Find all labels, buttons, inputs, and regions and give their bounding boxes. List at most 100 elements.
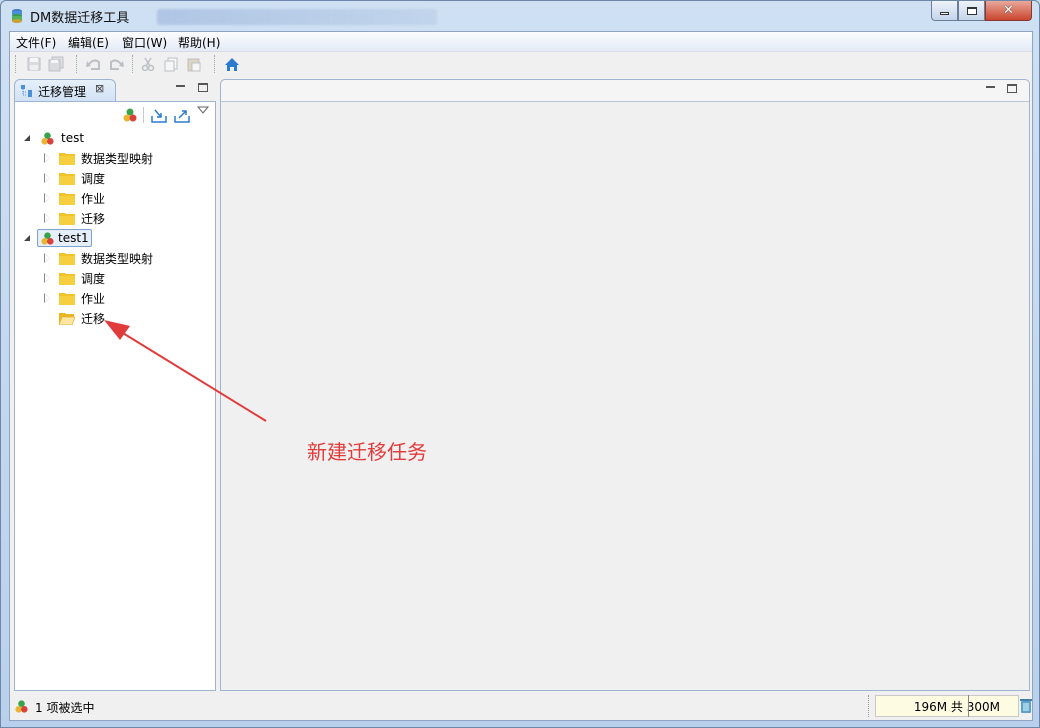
redo-button[interactable]	[108, 56, 124, 72]
connection-icon	[39, 130, 55, 146]
redo-icon	[110, 59, 124, 70]
expand-arrow-icon[interactable]	[43, 253, 53, 263]
tree-node-folder[interactable]: 调度	[43, 268, 107, 288]
folder-icon	[59, 270, 75, 286]
maximize-editor-icon[interactable]	[1007, 84, 1017, 93]
status-bar: 1 项被选中 196M 共 300M	[10, 693, 1032, 720]
tree-node-label: 作业	[81, 191, 106, 206]
folder-icon	[59, 190, 75, 206]
view-tab-row: 迁移管理 ⊠	[14, 79, 216, 101]
maximize-view-icon[interactable]	[198, 83, 208, 92]
tree-node-folder[interactable]: 作业	[43, 288, 107, 308]
tab-migration-management[interactable]: 迁移管理 ⊠	[14, 79, 116, 101]
trash-icon	[1020, 699, 1032, 713]
save-all-icon	[48, 56, 64, 72]
migration-tree-panel: test 数据类型映射 调度 作业 迁移 test1 数据类型映射 调度 作业 …	[14, 101, 216, 691]
cut-icon	[141, 57, 155, 71]
minimize-icon	[940, 12, 949, 15]
status-text: 1 项被选中	[35, 701, 95, 715]
toolbar-separator	[132, 55, 133, 73]
tree-node-label: test1	[58, 231, 89, 245]
expand-arrow-icon[interactable]	[43, 273, 53, 283]
close-button[interactable]: ✕	[985, 1, 1032, 21]
view-toolbar	[15, 102, 215, 128]
maximize-button[interactable]	[958, 1, 985, 21]
selection-highlight: test1	[37, 229, 92, 247]
tree-node-folder[interactable]: 数据类型映射	[43, 148, 155, 168]
undo-icon	[86, 59, 100, 70]
expand-arrow-icon[interactable]	[43, 193, 53, 203]
menu-bar: 文件(F) 编辑(E) 窗口(W) 帮助(H)	[10, 32, 1032, 52]
home-button[interactable]	[224, 56, 240, 72]
import-button[interactable]	[151, 107, 167, 123]
home-icon	[225, 57, 239, 71]
editor-header	[221, 80, 1029, 102]
heap-status: 196M 共 300M	[875, 695, 1019, 717]
toolbar-separator	[76, 55, 77, 73]
cut-button[interactable]	[140, 56, 156, 72]
tree-node-label: 迁移	[81, 211, 106, 226]
folder-icon	[59, 210, 75, 226]
tree-node-label: 数据类型映射	[81, 251, 154, 266]
undo-button[interactable]	[86, 56, 102, 72]
menu-edit[interactable]: 编辑(E)	[68, 34, 109, 51]
toolbar-separator	[214, 55, 215, 73]
connection-icon	[39, 230, 55, 246]
background-window-ghost	[157, 9, 437, 25]
tree-node-folder[interactable]: 迁移	[43, 208, 107, 228]
collapse-arrow-icon[interactable]	[23, 133, 33, 143]
view-toolbar-separator	[143, 107, 144, 123]
menu-help[interactable]: 帮助(H)	[178, 34, 220, 51]
tree-node-connection-selected[interactable]: test1	[23, 228, 92, 248]
collapse-arrow-icon[interactable]	[23, 233, 33, 243]
copy-icon	[164, 57, 178, 71]
tree-view-icon	[20, 84, 34, 101]
minimize-button[interactable]	[931, 1, 958, 21]
minimize-view-icon[interactable]	[176, 85, 185, 87]
export-icon	[174, 110, 190, 123]
tree-node-label: 迁移	[81, 311, 106, 326]
tree-node-label: 作业	[81, 291, 106, 306]
status-separator	[868, 695, 874, 717]
import-icon	[151, 109, 167, 123]
toolbar-separator	[15, 55, 16, 73]
paste-icon	[187, 58, 201, 71]
minimize-editor-icon[interactable]	[986, 86, 995, 88]
folder-open-icon	[59, 310, 75, 326]
heap-mark	[968, 695, 969, 717]
editor-area	[220, 79, 1030, 691]
tree-node-folder[interactable]: 作业	[43, 188, 107, 208]
export-button[interactable]	[174, 107, 190, 123]
close-tab-icon[interactable]: ⊠	[95, 82, 104, 95]
copy-button[interactable]	[163, 56, 179, 72]
connection-icon	[14, 699, 29, 717]
migration-management-view: 迁移管理 ⊠ test 数据类型映射 调度 作业 迁移 test1 数据类型映射…	[14, 79, 216, 691]
tree-node-label: 数据类型映射	[81, 151, 154, 166]
new-connection-button[interactable]	[122, 107, 138, 123]
app-window: DM数据迁移工具 ✕ 文件(F) 编辑(E) 窗口(W) 帮助(H) 迁移管理 …	[0, 0, 1040, 728]
close-icon: ✕	[1003, 3, 1014, 18]
expand-arrow-icon[interactable]	[43, 173, 53, 183]
heap-text: 196M 共 300M	[913, 699, 1000, 714]
tab-label: 迁移管理	[38, 85, 87, 99]
tree-node-connection[interactable]: test	[23, 128, 86, 148]
view-menu-button[interactable]	[196, 104, 213, 120]
menu-window[interactable]: 窗口(W)	[122, 34, 167, 51]
tree-node-folder[interactable]: 调度	[43, 168, 107, 188]
tree-node-label: 调度	[81, 271, 106, 286]
tree-node-folder[interactable]: 数据类型映射	[43, 248, 155, 268]
save-button[interactable]	[26, 56, 42, 72]
save-all-button[interactable]	[48, 56, 64, 72]
expand-arrow-icon[interactable]	[43, 213, 53, 223]
maximize-icon	[966, 6, 977, 15]
menu-file[interactable]: 文件(F)	[16, 34, 56, 51]
paste-button[interactable]	[186, 56, 202, 72]
garbage-collect-button[interactable]	[1020, 698, 1032, 717]
tree-node-label: 调度	[81, 171, 106, 186]
expand-arrow-icon[interactable]	[43, 293, 53, 303]
window-title: DM数据迁移工具	[30, 11, 130, 26]
expand-arrow-icon[interactable]	[43, 153, 53, 163]
save-icon	[27, 57, 41, 71]
tree-node-folder-migration[interactable]: 迁移	[43, 308, 107, 328]
